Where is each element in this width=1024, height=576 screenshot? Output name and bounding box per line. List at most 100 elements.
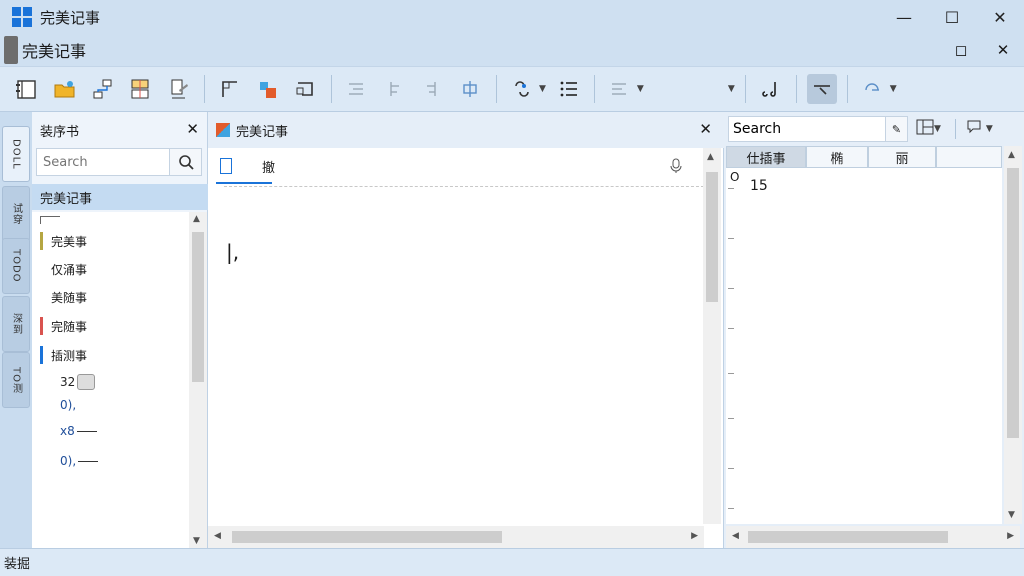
- close-button[interactable]: ✕: [976, 0, 1024, 34]
- sub-item[interactable]: 0),: [60, 398, 76, 412]
- toolbar-separator: [795, 75, 797, 103]
- right-tab-2[interactable]: 椭: [806, 146, 868, 168]
- chevron-down-icon[interactable]: ▼: [934, 124, 941, 134]
- vertical-tab-strip: DOLL 试穿 TODO 深到 TO测: [0, 112, 32, 548]
- notebook-icon[interactable]: [12, 74, 42, 104]
- align-right-icon[interactable]: [418, 74, 448, 104]
- search-input[interactable]: [37, 150, 169, 174]
- vertical-tab-3[interactable]: TODO: [2, 238, 30, 294]
- minimize-button[interactable]: —: [880, 0, 928, 34]
- tree-connector: [40, 216, 60, 224]
- paragraph-icon[interactable]: [605, 74, 635, 104]
- close-icon[interactable]: ✕: [699, 120, 712, 138]
- scroll-left-icon[interactable]: ◀: [214, 531, 221, 541]
- list-item[interactable]: 完美事: [40, 230, 87, 252]
- scrollbar-thumb[interactable]: [192, 232, 204, 382]
- scrollbar-thumb[interactable]: [1007, 168, 1019, 438]
- corner-icon[interactable]: [215, 74, 245, 104]
- vertical-tab-2[interactable]: 试穿: [2, 186, 30, 242]
- scrollbar-thumb[interactable]: [232, 531, 502, 543]
- scroll-down-icon[interactable]: ▼: [1008, 510, 1015, 520]
- scroll-up-icon[interactable]: ▲: [1008, 150, 1015, 160]
- scroll-up-icon[interactable]: ▲: [193, 214, 200, 224]
- panel-title: 装序书: [40, 124, 80, 140]
- list-item[interactable]: 插测事: [40, 344, 87, 366]
- search-box: [36, 148, 202, 176]
- page-list: 完美事 仅涌事 美随事 完随事 插测事 32 0), x8 0),: [32, 212, 190, 548]
- music-note-icon[interactable]: [756, 74, 786, 104]
- right-panel-tools: ▼ ▼: [916, 116, 997, 142]
- distribute-icon[interactable]: [456, 74, 486, 104]
- scroll-down-icon[interactable]: ▼: [193, 536, 200, 546]
- chevron-down-icon[interactable]: ▼: [728, 84, 735, 94]
- editor-vertical-scrollbar[interactable]: ▲: [703, 148, 721, 524]
- right-horizontal-scrollbar[interactable]: ◀ ▶: [726, 526, 1020, 548]
- highlight-icon[interactable]: [806, 74, 837, 104]
- document-title: 完美记事: [22, 42, 87, 61]
- link-icon[interactable]: [507, 74, 537, 104]
- vertical-tab-4[interactable]: 深到: [2, 296, 30, 352]
- share-icon[interactable]: [858, 74, 888, 104]
- selected-notebook[interactable]: 完美记事: [32, 184, 208, 210]
- scroll-up-icon[interactable]: ▲: [707, 152, 714, 162]
- scroll-right-icon[interactable]: ▶: [691, 531, 698, 541]
- right-vertical-scrollbar[interactable]: ▲ ▼: [1004, 146, 1022, 524]
- list-item[interactable]: 完随事: [40, 315, 87, 337]
- grid-view-icon[interactable]: [916, 119, 934, 139]
- layout-icon[interactable]: [126, 74, 156, 104]
- chevron-down-icon[interactable]: ▼: [890, 84, 897, 94]
- close-document-button[interactable]: ✕: [982, 34, 1024, 66]
- network-icon[interactable]: [88, 74, 118, 104]
- page-icon[interactable]: [220, 158, 232, 174]
- left-panel-scrollbar[interactable]: ▲ ▼: [189, 212, 207, 548]
- align-left-icon[interactable]: [342, 74, 372, 104]
- editor-horizontal-scrollbar[interactable]: ◀ ▶: [208, 526, 704, 548]
- chevron-down-icon[interactable]: ▼: [539, 84, 546, 94]
- edit-icon[interactable]: [164, 74, 194, 104]
- color-marker: [40, 288, 43, 306]
- right-panel-tabs: 仕插事 椭 丽: [726, 146, 1002, 168]
- checkbox[interactable]: [77, 374, 96, 390]
- search-icon[interactable]: [169, 149, 201, 175]
- sub-item[interactable]: 32: [60, 374, 96, 390]
- maximize-button[interactable]: ☐: [928, 0, 976, 34]
- editor-pane: 完美记事 ✕ 撤 |, ▲ ◀ ▶: [208, 112, 724, 548]
- right-tab-4[interactable]: [936, 146, 1002, 168]
- right-tab-3[interactable]: 丽: [868, 146, 936, 168]
- sub-item[interactable]: 0),: [60, 454, 99, 468]
- editor-body-text[interactable]: |,: [226, 240, 239, 264]
- scroll-left-icon[interactable]: ◀: [732, 531, 739, 541]
- vertical-tab-5[interactable]: TO测: [2, 352, 30, 408]
- comment-icon[interactable]: [966, 119, 982, 139]
- sub-item[interactable]: x8: [60, 424, 97, 438]
- pen-icon[interactable]: ✎: [885, 117, 907, 141]
- list-item[interactable]: 美随事: [40, 286, 87, 308]
- toolbar-separator: [593, 75, 595, 103]
- restore-document-button[interactable]: ◻: [940, 34, 982, 66]
- color-marker: [40, 346, 43, 364]
- editor-tab-title[interactable]: 完美记事: [236, 121, 288, 140]
- editor-subbar: 撤: [208, 148, 708, 184]
- align-center-icon[interactable]: [380, 74, 410, 104]
- vertical-tab-1[interactable]: DOLL: [2, 126, 30, 182]
- scroll-right-icon[interactable]: ▶: [1007, 531, 1014, 541]
- scrollbar-thumb[interactable]: [706, 172, 718, 302]
- chevron-down-icon[interactable]: ▼: [986, 124, 993, 134]
- list-icon[interactable]: [554, 74, 584, 104]
- frame-icon[interactable]: [291, 74, 321, 104]
- list-item[interactable]: 仅涌事: [40, 258, 87, 280]
- title-bar: 完美记事 — ☐ ✕: [0, 0, 1024, 34]
- close-icon[interactable]: ✕: [186, 120, 199, 138]
- right-tab-1[interactable]: 仕插事: [726, 146, 806, 168]
- circle-marker: O: [730, 170, 740, 184]
- grip-handle[interactable]: [4, 36, 18, 64]
- editor-sub-label[interactable]: 撤: [262, 157, 275, 176]
- crop-icon[interactable]: [253, 74, 283, 104]
- scrollbar-thumb[interactable]: [748, 531, 948, 543]
- right-panel-content: O 15: [726, 168, 1002, 524]
- toolbar: ▼ ▼ ▼ ▼: [0, 66, 1024, 112]
- microphone-icon[interactable]: [670, 158, 682, 178]
- chevron-down-icon[interactable]: ▼: [637, 84, 644, 94]
- right-search-input[interactable]: [729, 118, 885, 140]
- open-folder-icon[interactable]: [50, 74, 80, 104]
